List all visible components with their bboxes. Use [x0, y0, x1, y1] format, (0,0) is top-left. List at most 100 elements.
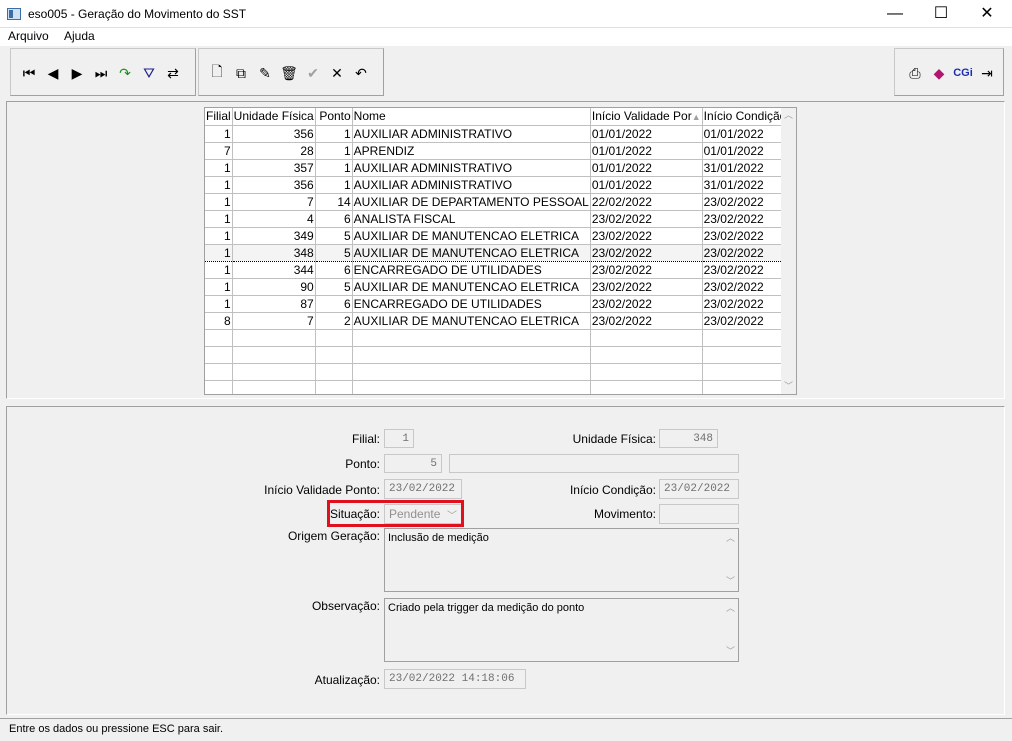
navigation-toolbar-group: ⏮ ◀ ▶ ⏭ ↷ ⛛ ⇄ [10, 48, 196, 96]
table-cell: 2 [315, 312, 353, 330]
column-header[interactable]: Filial [205, 108, 233, 126]
table-row[interactable]: 1 349 5 AUXILIAR DE MANUTENCAO ELETRICA 23/0… [205, 227, 796, 245]
movimento-field[interactable] [659, 504, 739, 524]
table-row[interactable]: 8 7 2 AUXILIAR DE MANUTENCAO ELETRICA 23/02/… [205, 312, 796, 330]
new-document-icon[interactable]: 🗋 [207, 63, 227, 83]
ponto-field[interactable]: 5 [384, 454, 442, 473]
cgi-icon[interactable]: CGi [953, 63, 973, 83]
observacao-scrollbar[interactable]: ︿ ﹀ [723, 599, 738, 661]
table-cell: 14 [315, 193, 353, 211]
table-cell: ENCARREGADO DE UTILIDADES [352, 295, 591, 313]
minimize-button[interactable]: — [872, 0, 918, 28]
inicio-validade-field[interactable]: 23/02/2022 [384, 479, 462, 499]
confirm-icon[interactable]: ✔ [303, 63, 323, 83]
origem-geracao-memo[interactable]: Inclusão de medição ︿ ﹀ [384, 528, 739, 592]
table-cell [352, 329, 591, 347]
toolbar: ⏮ ◀ ▶ ⏭ ↷ ⛛ ⇄ 🗋 ⧉ ✎ 🗑 ✔ ✕ ↶ ⎙ ◆ CGi ⇥ [6, 48, 1006, 96]
column-header[interactable]: Nome [352, 108, 591, 126]
app-icon [7, 8, 21, 20]
inicio-condicao-field[interactable]: 23/02/2022 [659, 479, 739, 499]
inicio-validade-label: Início Validade Ponto: [264, 483, 380, 497]
scroll-up-icon[interactable]: ︿ [723, 531, 738, 546]
table-row[interactable]: 1 356 1 AUXILIAR ADMINISTRATIVO 01/01/2022 01… [205, 125, 796, 143]
exit-icon[interactable]: ⇥ [977, 63, 997, 83]
ponto-description-field[interactable] [449, 454, 739, 473]
table-cell: 01/01/2022 [590, 176, 703, 194]
filter-icon[interactable]: ⛛ [139, 63, 159, 83]
handshake-icon[interactable]: ⇄ [163, 63, 183, 83]
column-header[interactable]: Ponto [315, 108, 353, 126]
grid-scrollbar[interactable]: ︿ ﹀ [781, 108, 796, 394]
filial-field[interactable]: 1 [384, 429, 414, 448]
scroll-down-icon[interactable]: ﹀ [723, 644, 738, 659]
sort-ascending-icon: ▲ [691, 112, 701, 123]
table-cell: 1 [205, 295, 233, 313]
previous-record-icon[interactable]: ◀ [43, 63, 63, 83]
undo-icon[interactable]: ↶ [351, 63, 371, 83]
scroll-down-icon[interactable]: ﹀ [723, 574, 738, 589]
table-cell: 01/01/2022 [590, 159, 703, 177]
table-cell: 1 [205, 193, 233, 211]
table-row[interactable]: 1 357 1 AUXILIAR ADMINISTRATIVO 01/01/2022 31… [205, 159, 796, 177]
first-record-icon[interactable]: ⏮ [19, 63, 39, 83]
next-record-icon[interactable]: ▶ [67, 63, 87, 83]
table-cell: 1 [315, 176, 353, 194]
table-row[interactable]: 1 4 6 ANALISTA FISCAL 23/02/2022 23/02/2022 [205, 210, 796, 228]
ponto-label: Ponto: [345, 457, 380, 471]
column-header[interactable]: Unidade Física [232, 108, 316, 126]
table-cell: 6 [315, 261, 353, 279]
atualizacao-field[interactable]: 23/02/2022 14:18:06 [384, 669, 526, 689]
table-row[interactable]: 1 356 1 AUXILIAR ADMINISTRATIVO 01/01/2022 31… [205, 176, 796, 194]
table-cell: 1 [205, 243, 233, 262]
table-cell: 5 [315, 278, 353, 296]
table-cell: 1 [205, 278, 233, 296]
scroll-up-icon[interactable]: ︿ [723, 601, 738, 616]
column-header-label: Início Validade Por [591, 109, 692, 124]
cancel-icon[interactable]: ✕ [327, 63, 347, 83]
print-icon[interactable]: ⎙ [905, 63, 925, 83]
origem-scrollbar[interactable]: ︿ ﹀ [723, 529, 738, 591]
copy-icon[interactable]: ⧉ [231, 63, 251, 83]
table-cell: 23/02/2022 [590, 278, 703, 296]
menu-arquivo[interactable]: Arquivo [8, 29, 49, 43]
table-cell [590, 346, 703, 364]
table-cell: 1 [315, 125, 353, 143]
records-grid[interactable]: Filial Unidade Física Ponto Nome Início Vali… [204, 107, 797, 395]
observacao-memo[interactable]: Criado pela trigger da medição do ponto … [384, 598, 739, 662]
table-row[interactable]: 1 87 6 ENCARREGADO DE UTILIDADES 23/02/2022 2… [205, 295, 796, 313]
maximize-button[interactable]: ☐ [918, 0, 964, 28]
edit-icon[interactable]: ✎ [255, 63, 275, 83]
table-cell: 1 [315, 142, 353, 160]
table-cell [352, 380, 591, 394]
table-cell: 90 [232, 278, 316, 296]
table-cell [205, 380, 233, 394]
table-cell [590, 380, 703, 394]
last-record-icon[interactable]: ⏭ [91, 63, 111, 83]
table-cell [315, 329, 353, 347]
table-cell [232, 346, 316, 364]
menu-ajuda[interactable]: Ajuda [64, 29, 95, 43]
table-cell: 1 [205, 125, 233, 143]
refresh-icon[interactable]: ↷ [115, 63, 135, 83]
observacao-text: Criado pela trigger da medição do ponto [388, 602, 585, 614]
table-row[interactable]: 1 348 5 AUXILIAR DE MANUTENCAO ELETRICA 23/0… [205, 243, 796, 262]
delete-icon[interactable]: 🗑 [279, 63, 299, 83]
table-cell: AUXILIAR ADMINISTRATIVO [352, 159, 591, 177]
table-cell: 5 [315, 243, 353, 262]
table-row[interactable]: 7 28 1 APRENDIZ 01/01/2022 01/01/2022 [205, 142, 796, 160]
scroll-up-icon[interactable]: ︿ [781, 108, 796, 123]
table-row[interactable]: 1 7 14 AUXILIAR DE DEPARTAMENTO PESSOAL 22/0… [205, 193, 796, 211]
column-header[interactable]: Início Validade Por▲ [590, 108, 703, 126]
table-cell: 23/02/2022 [590, 227, 703, 245]
table-cell: 22/02/2022 [590, 193, 703, 211]
records-table: Filial Unidade Física Ponto Nome Início Vali… [205, 108, 796, 394]
table-row[interactable]: 1 90 5 AUXILIAR DE MANUTENCAO ELETRICA 23/02… [205, 278, 796, 296]
unidade-fisica-field[interactable]: 348 [659, 429, 718, 448]
table-cell: 344 [232, 261, 316, 279]
table-row[interactable]: 1 344 6 ENCARREGADO DE UTILIDADES 23/02/2022… [205, 261, 796, 279]
table-cell: 1 [205, 227, 233, 245]
book-icon[interactable]: ◆ [929, 63, 949, 83]
table-cell: 23/02/2022 [590, 295, 703, 313]
close-button[interactable]: ✕ [964, 0, 1010, 28]
scroll-down-icon[interactable]: ﹀ [781, 379, 796, 394]
